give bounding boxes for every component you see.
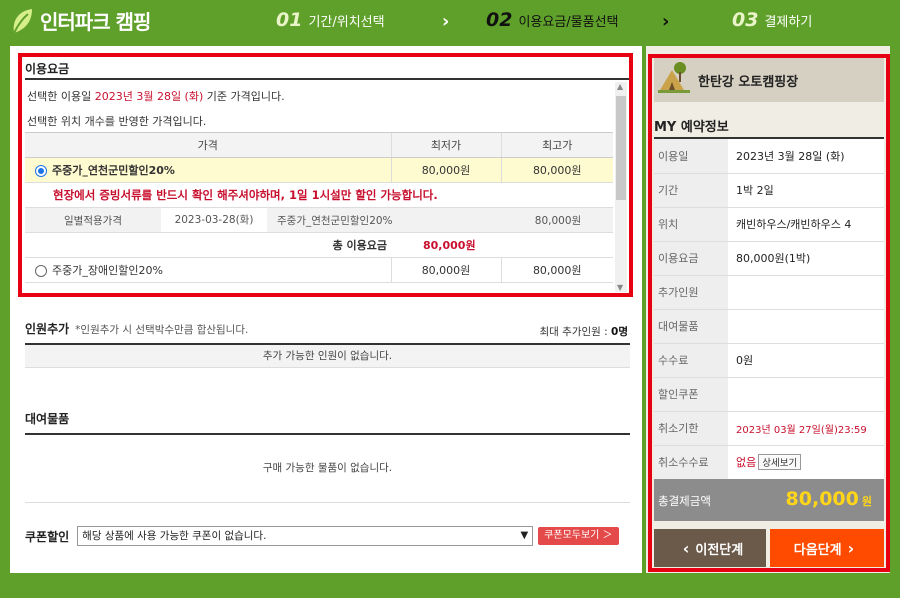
step-1-label: 기간/위치선택	[308, 15, 385, 30]
brand-name: 인터파크 캠핑	[40, 10, 151, 34]
person-title: 인원추가	[25, 322, 70, 336]
rental-title: 대여물품	[25, 412, 70, 426]
highlight-box-summary	[648, 54, 890, 572]
step-1-number: 01	[276, 9, 303, 31]
step-3: 03 결제하기	[732, 9, 812, 31]
view-all-coupons-button[interactable]: 쿠폰모두보기 ＞	[538, 527, 619, 545]
rental-empty-message: 구매 가능한 물품이 없습니다.	[25, 433, 630, 503]
leaf-icon	[13, 8, 32, 33]
chevron-down-icon: ▼	[520, 530, 529, 541]
person-subtitle: *인원추가 시 선택박수만큼 합산됩니다.	[75, 324, 249, 336]
step-3-number: 03	[732, 9, 759, 31]
step-2-number: 02	[486, 9, 513, 31]
highlight-box-fee	[18, 53, 633, 297]
chevron-right-icon: ›	[662, 11, 670, 32]
person-section: 인원추가 *인원추가 시 선택박수만큼 합산됩니다. 최대 추가인원 : 0명 …	[25, 320, 630, 368]
step-2-label: 이용요금/물품선택	[518, 15, 619, 30]
step-1: 01 기간/위치선택	[276, 9, 385, 31]
coupon-title: 쿠폰할인	[25, 529, 70, 544]
coupon-select-value: 해당 상품에 사용 가능한 쿠폰이 없습니다.	[82, 530, 267, 542]
step-2: 02 이용요금/물품선택	[486, 9, 619, 31]
max-persons-label: 최대 추가인원 :	[539, 326, 608, 338]
step-3-label: 결제하기	[764, 15, 813, 30]
rental-section: 대여물품 구매 가능한 물품이 없습니다.	[25, 410, 630, 503]
coupon-section: 쿠폰할인 해당 상품에 사용 가능한 쿠폰이 없습니다. ▼ 쿠폰모두보기 ＞	[25, 526, 630, 546]
brand-logo[interactable]: 인터파크 캠핑	[10, 6, 151, 35]
person-empty-message: 추가 가능한 인원이 없습니다.	[25, 343, 630, 368]
max-persons-value: 0명	[611, 326, 628, 338]
top-header: 인터파크 캠핑 01 기간/위치선택 › 02 이용요금/물품선택 › 03 결…	[0, 0, 900, 44]
chevron-right-icon: ›	[442, 11, 450, 32]
max-persons: 최대 추가인원 : 0명	[540, 324, 629, 339]
coupon-select[interactable]: 해당 상품에 사용 가능한 쿠폰이 없습니다. ▼	[77, 526, 534, 546]
